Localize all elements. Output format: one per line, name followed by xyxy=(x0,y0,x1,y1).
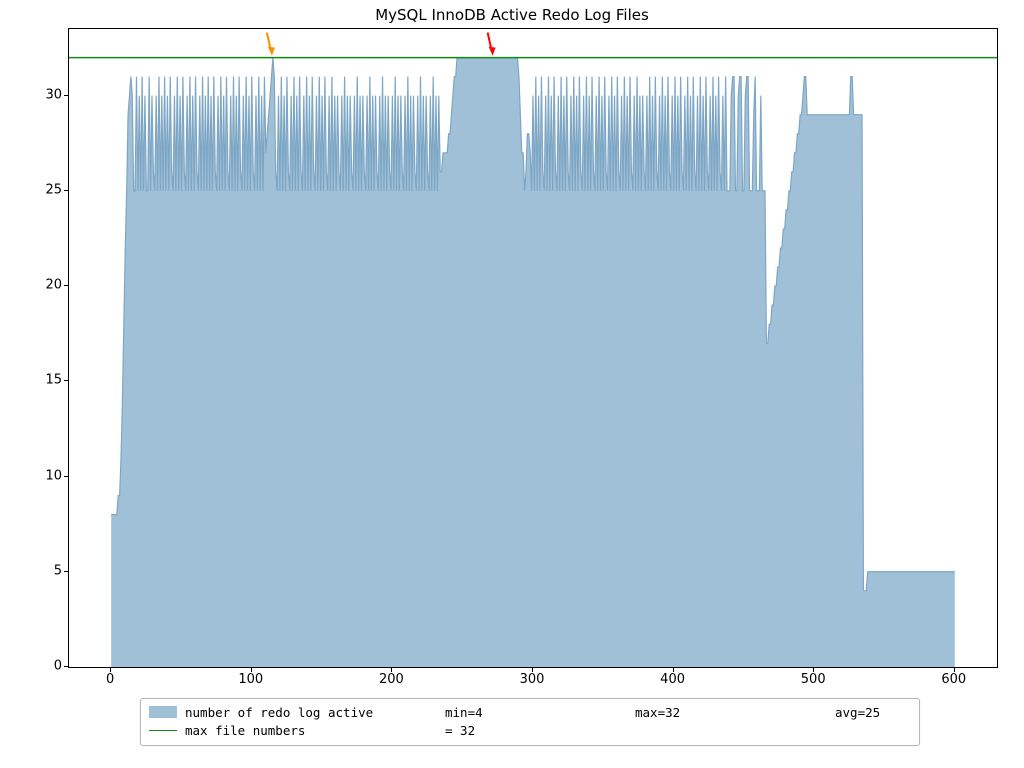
legend-maxline-label: max file numbers xyxy=(185,723,445,738)
legend: number of redo log active min=4 max=32 a… xyxy=(140,698,920,746)
y-tick-label: 30 xyxy=(32,87,62,102)
y-tick-label: 5 xyxy=(32,563,62,578)
y-tick-label: 10 xyxy=(32,468,62,483)
y-tick-label: 0 xyxy=(32,659,62,674)
x-tick-label: 100 xyxy=(231,672,271,687)
legend-row-series: number of redo log active min=4 max=32 a… xyxy=(149,703,911,721)
legend-min: min=4 xyxy=(445,705,635,720)
legend-row-maxline: max file numbers = 32 xyxy=(149,721,911,739)
legend-swatch-area xyxy=(149,706,177,718)
plot-svg xyxy=(69,29,997,667)
legend-series-label: number of redo log active xyxy=(185,705,445,720)
y-tick-label: 25 xyxy=(32,182,62,197)
x-tick-label: 600 xyxy=(934,672,974,687)
plot-area xyxy=(68,28,998,668)
chart-root: MySQL InnoDB Active Redo Log Files 0 5 10 1… xyxy=(0,0,1024,768)
x-tick-label: 300 xyxy=(512,672,552,687)
x-tick-label: 400 xyxy=(653,672,693,687)
x-tick-label: 500 xyxy=(793,672,833,687)
legend-swatch-line xyxy=(149,730,177,731)
x-tick-label: 200 xyxy=(371,672,411,687)
legend-avg: avg=25 xyxy=(835,705,880,720)
y-tick-label: 20 xyxy=(32,278,62,293)
legend-maxline-value: = 32 xyxy=(445,723,475,738)
x-tick-label: 0 xyxy=(90,672,130,687)
legend-max: max=32 xyxy=(635,705,835,720)
y-tick-label: 15 xyxy=(32,373,62,388)
chart-title: MySQL InnoDB Active Redo Log Files xyxy=(0,6,1024,24)
